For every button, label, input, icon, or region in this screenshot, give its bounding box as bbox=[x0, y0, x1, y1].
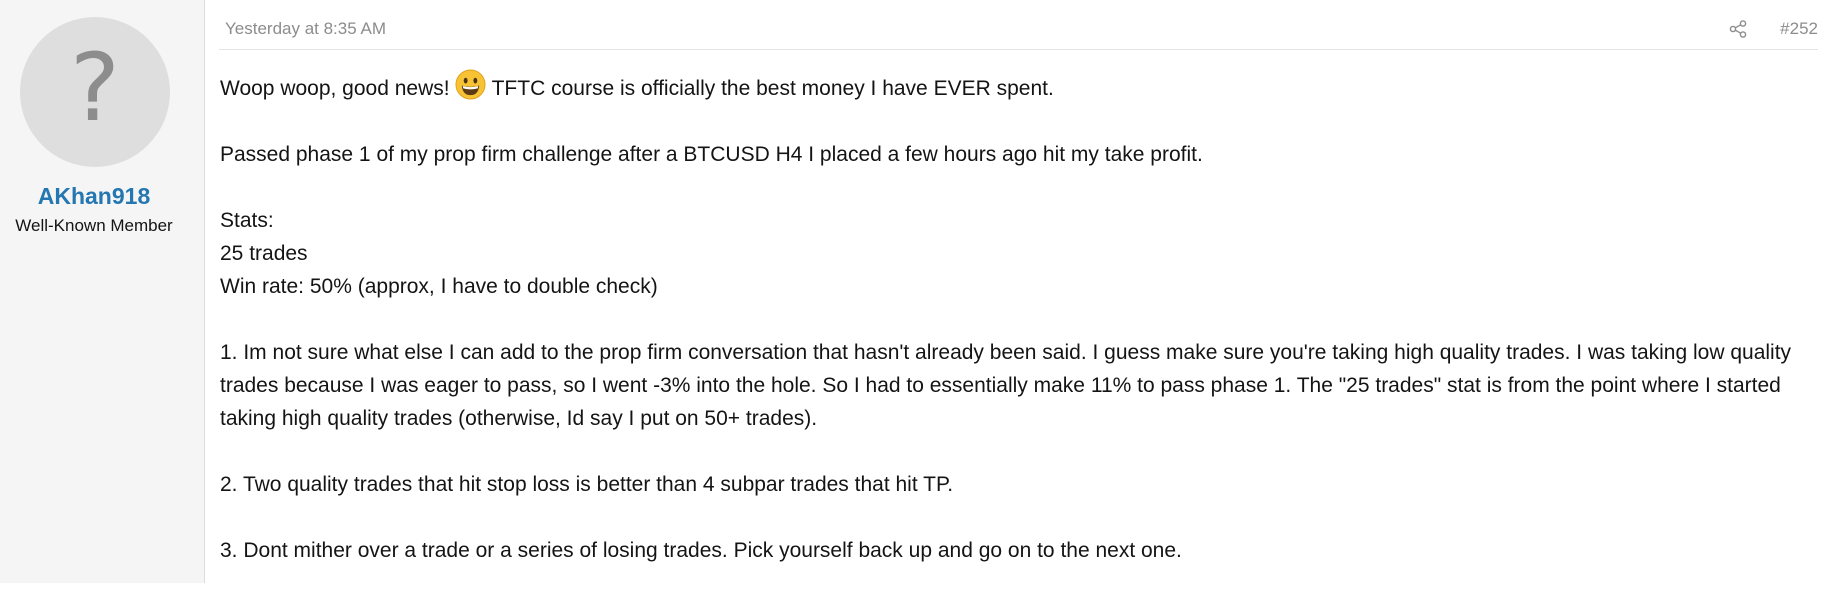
post-line-intro: Woop woop, good news! TFTC course is off… bbox=[220, 69, 1816, 105]
post-body: Woop woop, good news! TFTC course is off… bbox=[220, 69, 1816, 600]
post-number-link[interactable]: #252 bbox=[1780, 19, 1818, 39]
post-header: Yesterday at 8:35 AM #252 bbox=[219, 0, 1818, 50]
post-user-sidebar: ? AKhan918 Well-Known Member bbox=[0, 0, 205, 583]
post-timestamp[interactable]: Yesterday at 8:35 AM bbox=[225, 19, 386, 39]
avatar-placeholder-glyph: ? bbox=[70, 34, 120, 143]
intro-text-end: TFTC course is officially the best money… bbox=[491, 77, 1054, 100]
forum-post: ? AKhan918 Well-Known Member Yesterday a… bbox=[0, 0, 1830, 583]
post-point-2: 2. Two quality trades that hit stop loss… bbox=[220, 473, 954, 496]
stats-winrate: Win rate: 50% (approx, I have to double … bbox=[220, 275, 658, 298]
stats-label: Stats: bbox=[220, 209, 274, 232]
username-link[interactable]: AKhan918 bbox=[0, 183, 188, 210]
avatar[interactable]: ? bbox=[20, 17, 170, 167]
intro-text-start: Woop woop, good news! bbox=[220, 77, 450, 100]
share-icon[interactable] bbox=[1728, 19, 1748, 39]
post-paragraph-phase: Passed phase 1 of my prop firm challenge… bbox=[220, 143, 1203, 166]
stats-trades: 25 trades bbox=[220, 242, 308, 265]
grinning-face-emoji-icon bbox=[455, 69, 486, 100]
post-point-3: 3. Dont mither over a trade or a series … bbox=[220, 539, 1182, 562]
post-point-1: 1. Im not sure what else I can add to th… bbox=[220, 341, 1792, 430]
post-main: Yesterday at 8:35 AM #252 Woop woop, goo… bbox=[205, 0, 1830, 583]
user-title: Well-Known Member bbox=[15, 216, 173, 235]
